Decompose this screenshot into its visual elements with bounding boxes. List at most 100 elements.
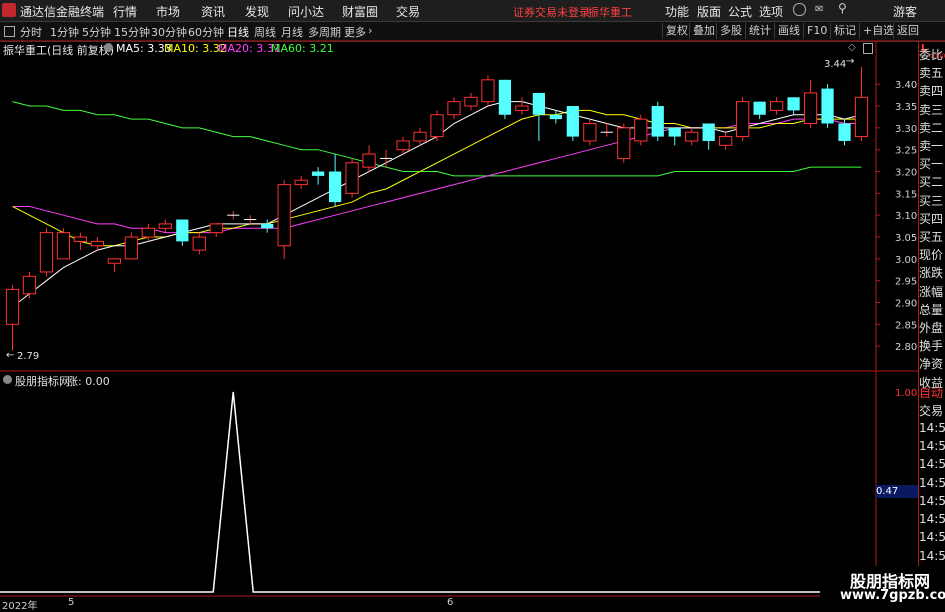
candle-body (5, 288, 20, 325)
candle (464, 92, 478, 111)
candle-body (583, 122, 597, 142)
tick-time: 14:56 (919, 457, 945, 472)
quote-label: 卖三 (919, 102, 944, 117)
watermark: 股朋指标网 www.7gpzb.com (820, 566, 945, 609)
candle-body (634, 118, 648, 142)
kline-chart[interactable]: 3.40 3.35 3.30 3.25 3.20 3.15 3.10 3.05 3.00 2.95… (0, 0, 945, 609)
candle (227, 210, 240, 220)
candle-body (413, 131, 427, 142)
quote-label: 卖五 (919, 66, 944, 81)
candle-body (329, 171, 342, 203)
candle (600, 123, 613, 137)
quote-label: 外盘 (919, 321, 944, 335)
candle (532, 92, 545, 141)
candle (736, 97, 750, 141)
xaxis-month-5: 5 (68, 597, 75, 608)
candle (787, 97, 800, 115)
quote-label: 卖一 (919, 139, 944, 153)
candle (329, 154, 342, 207)
candle-body (753, 101, 766, 115)
candle (447, 97, 461, 120)
candle-body (685, 131, 699, 142)
candle-body (821, 88, 834, 124)
candle-body (22, 275, 37, 295)
candle-body (141, 227, 155, 238)
candle-body (668, 127, 681, 137)
candle-body (176, 219, 189, 242)
trade-mode-label: 交易 (919, 404, 944, 419)
tick-time: 14:56 (919, 438, 945, 453)
candle (277, 180, 291, 259)
ytick-label: 3.30 (895, 124, 917, 135)
candle (719, 132, 733, 150)
candle (854, 66, 869, 141)
ytick-label: 3.15 (895, 189, 917, 200)
candle (39, 228, 54, 277)
candle-body (90, 240, 105, 247)
candle (753, 101, 766, 120)
candle (141, 223, 155, 242)
candle-body (481, 79, 495, 103)
candle-body (803, 92, 818, 124)
candle (5, 285, 20, 351)
quote-label: 总量 (919, 302, 944, 317)
candle (22, 271, 37, 299)
candle (651, 101, 664, 141)
quote-label: 现价 (919, 248, 944, 263)
candle-body (277, 184, 291, 247)
low-arrow-icon: ← (6, 350, 15, 361)
candle-body (39, 232, 54, 273)
indicator-ytick-label: 1.00 (895, 388, 917, 399)
ytick-label: 2.95 (895, 277, 917, 288)
tick-time: 14:56 (919, 548, 945, 563)
candle-body (498, 79, 512, 115)
candle (481, 75, 495, 107)
candle-body (158, 223, 172, 229)
ytick-label: 2.85 (895, 320, 917, 331)
candle (803, 79, 818, 128)
candle-body (566, 106, 579, 137)
candle-body (736, 101, 750, 138)
tick-time: 14:56 (919, 420, 945, 435)
ytick-label: 3.05 (895, 233, 917, 244)
candle-body (73, 236, 88, 242)
candle (192, 232, 206, 255)
candle (821, 84, 834, 128)
candle (73, 232, 88, 251)
xaxis-year: 2022年 (2, 601, 38, 612)
candle-body (464, 96, 478, 107)
candle (702, 123, 715, 150)
indicator-value: 涨: 0.00 (67, 375, 110, 388)
ytick-label: 3.40 (895, 80, 917, 91)
quote-label: 卖四 (919, 84, 944, 99)
candle (107, 258, 121, 272)
tick-time: 14:56 (919, 475, 945, 490)
candle-body (192, 236, 206, 251)
candle (549, 110, 562, 124)
candle-body (651, 106, 664, 137)
candle (56, 228, 71, 260)
candle (617, 123, 631, 163)
quote-label: 买三 (919, 193, 944, 208)
candle-body (362, 153, 376, 168)
ytick-label: 2.90 (895, 299, 917, 310)
trade-mode-label[interactable]: 自动 (919, 384, 945, 401)
indicator-settings-icon[interactable] (3, 375, 12, 384)
candle-body (549, 114, 562, 120)
candle (566, 106, 579, 141)
high-annotation: 3.44 (824, 59, 847, 70)
candle (634, 114, 648, 146)
ytick-label: 2.80 (895, 342, 917, 353)
candle (362, 145, 376, 172)
candle-body (396, 140, 410, 151)
candle-body (787, 97, 800, 111)
watermark-url: www.7gpzb.com (840, 588, 945, 603)
ytick-label: 3.10 (895, 211, 917, 222)
candle-body (261, 223, 274, 229)
quote-label: 净资 (919, 357, 944, 372)
quote-label: 买二 (919, 175, 944, 190)
candle-body (515, 105, 529, 111)
candle (244, 215, 257, 224)
candle (345, 158, 359, 198)
quote-label: 涨幅 (919, 284, 944, 299)
